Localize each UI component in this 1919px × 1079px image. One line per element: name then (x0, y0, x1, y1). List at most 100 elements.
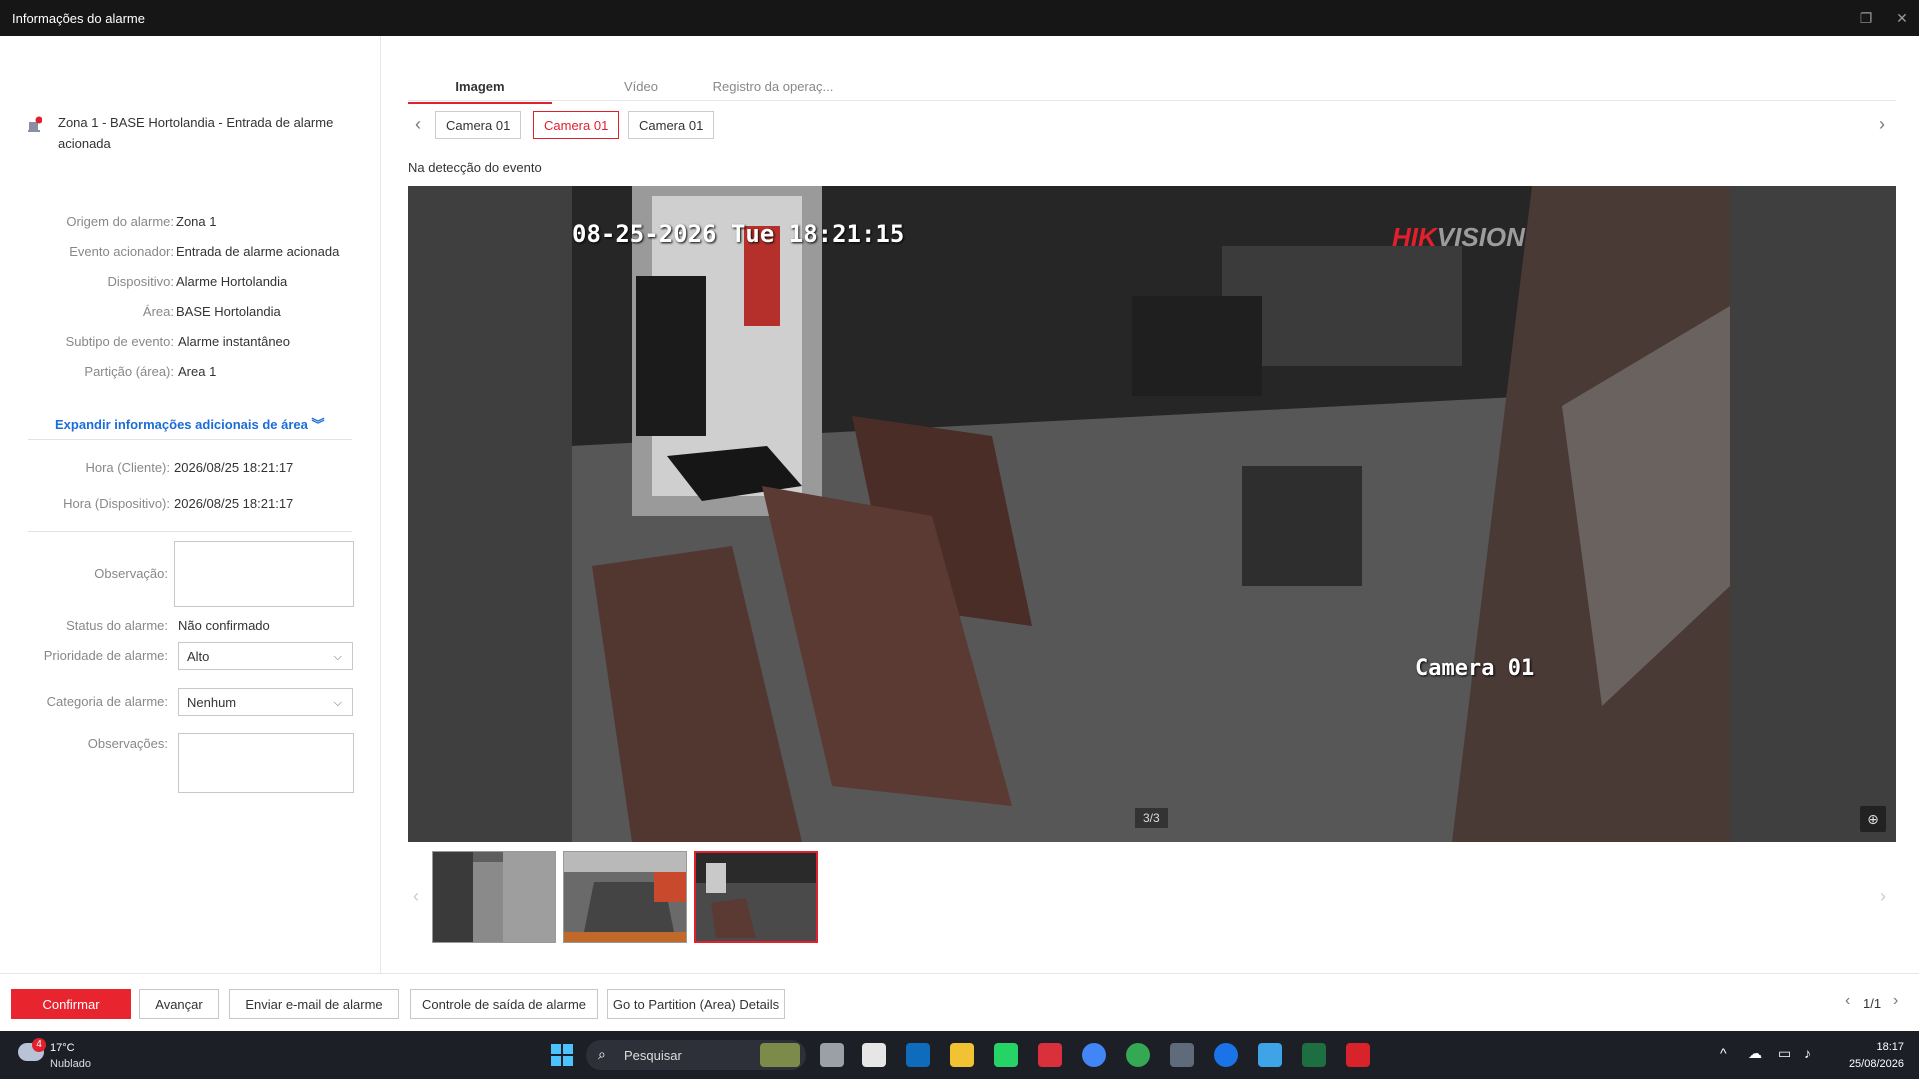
advance-button[interactable]: Avançar (139, 989, 219, 1019)
chevron-up-icon[interactable]: ^ (1720, 1045, 1727, 1061)
categoria-label: Categoria de alarme: (46, 694, 168, 709)
detail-value: Entrada de alarme acionada (176, 244, 340, 259)
chevron-right-icon[interactable]: › (1893, 992, 1898, 1010)
task-view-icon[interactable] (820, 1043, 844, 1067)
detail-row: Evento acionador: Entrada de alarme acio… (0, 242, 380, 262)
image-viewer[interactable]: 08-25-2026 Tue 18:21:15 HIKVISION Camera… (408, 186, 1896, 842)
send-email-button[interactable]: Enviar e-mail de alarme (229, 989, 399, 1019)
search-icon: ⌕ (598, 1046, 606, 1062)
chevron-left-icon[interactable]: ‹ (1845, 992, 1850, 1010)
expand-area-info-link[interactable]: Expandir informações adicionais de área … (55, 414, 325, 433)
detail-row: Origem do alarme: Zona 1 (0, 212, 380, 232)
weather-condition: Nublado (50, 1058, 91, 1070)
divider (28, 531, 352, 532)
detail-value: Alarme instantâneo (178, 334, 291, 349)
title-bar: Informações do alarme ❐ ✕ (0, 0, 1919, 36)
outlook-icon[interactable] (906, 1043, 930, 1067)
time-row: Hora (Cliente): 2026/08/25 18:21:17 (0, 458, 380, 478)
close-icon[interactable]: ✕ (1892, 8, 1912, 28)
zone-title: Zona 1 - BASE Hortolandia - Entrada de a… (58, 115, 334, 151)
chevron-right-icon[interactable]: › (1880, 886, 1886, 907)
observacao-label: Observação: (94, 566, 168, 581)
thumbnail[interactable] (563, 851, 687, 943)
detail-row: Subtipo de evento: Alarme instantâneo (0, 332, 380, 352)
zoom-icon[interactable]: ⊕ (1860, 806, 1886, 832)
detail-value: Area 1 (178, 364, 217, 379)
camera-chip[interactable]: Camera 01 (435, 111, 522, 139)
hikcentral-icon[interactable] (1038, 1043, 1062, 1067)
camera-chip-selected[interactable]: Camera 01 (533, 111, 620, 139)
detail-value: Zona 1 (176, 214, 217, 229)
tab-registro[interactable]: Registro da operaç... (693, 72, 853, 102)
time-row: Hora (Dispositivo): 2026/08/25 18:21:17 (0, 494, 380, 514)
excel-icon[interactable] (1302, 1043, 1326, 1067)
settings-app-icon[interactable] (1214, 1043, 1238, 1067)
divider (28, 439, 352, 440)
alarm-output-control-button[interactable]: Controle de saída de alarme (410, 989, 598, 1019)
chevron-left-icon[interactable]: ‹ (413, 886, 419, 907)
clock-date[interactable]: 25/08/2026 (1836, 1058, 1904, 1070)
file-explorer-icon[interactable] (950, 1043, 974, 1067)
camera-chip[interactable]: Camera 01 (628, 111, 715, 139)
scene-illustration (572, 186, 1730, 842)
weather-temperature: 17°C (50, 1042, 75, 1054)
thumbnail-3-image (696, 853, 816, 941)
calculator-icon[interactable] (1170, 1043, 1194, 1067)
acrobat-icon[interactable] (1346, 1043, 1370, 1067)
image-counter: 3/3 (1135, 808, 1168, 828)
status-row: Status do alarme: Não confirmado (0, 616, 380, 636)
media-panel: Imagem Vídeo Registro da operaç... ‹ Cam… (381, 36, 1919, 973)
snipping-tool-icon[interactable] (862, 1043, 886, 1067)
prioridade-value: Alto (187, 649, 210, 664)
osd-camera-name: Camera 01 (1415, 656, 1535, 681)
detail-label: Área: (142, 304, 174, 319)
detail-label: Origem do alarme: (66, 214, 174, 229)
taskbar-search[interactable]: ⌕ Pesquisar (586, 1040, 806, 1070)
osd-timestamp: 08-25-2026 Tue 18:21:15 (572, 220, 905, 248)
detail-label: Evento acionador: (69, 244, 174, 259)
windows-start-icon[interactable] (550, 1043, 574, 1067)
restore-icon[interactable]: ❐ (1856, 8, 1876, 28)
detail-row: Partição (área): Area 1 (0, 362, 380, 382)
whatsapp-icon[interactable] (994, 1043, 1018, 1067)
detail-label: Dispositivo: (107, 274, 174, 289)
chevron-double-down-icon: ︾ (311, 417, 325, 432)
notepad-icon[interactable] (1258, 1043, 1282, 1067)
alarm-siren-icon (28, 116, 42, 132)
partition-details-button[interactable]: Go to Partition (Area) Details (607, 989, 785, 1019)
prioridade-select[interactable]: Alto ⌵ (178, 642, 353, 670)
chevron-right-icon[interactable]: › (1879, 114, 1885, 135)
onedrive-icon[interactable]: ☁ (1748, 1045, 1762, 1062)
chevron-left-icon[interactable]: ‹ (415, 114, 421, 135)
categoria-select[interactable]: Nenhum ⌵ (178, 688, 353, 716)
tab-video[interactable]: Vídeo (591, 72, 691, 102)
chrome-icon[interactable] (1082, 1043, 1106, 1067)
volume-icon[interactable]: ♪ (1804, 1045, 1811, 1061)
confirm-button[interactable]: Confirmar (11, 989, 131, 1019)
chevron-down-icon: ⌵ (333, 651, 342, 663)
thumbnail-selected[interactable] (694, 851, 818, 943)
action-bar: Confirmar Avançar Enviar e-mail de alarm… (0, 973, 1919, 1032)
clock-time[interactable]: 18:17 (1868, 1041, 1904, 1053)
chrome-profile-icon[interactable] (1126, 1043, 1150, 1067)
chevron-down-icon: ⌵ (333, 697, 342, 709)
expand-label: Expandir informações adicionais de área (55, 417, 308, 432)
time-label: Hora (Dispositivo): (63, 496, 170, 511)
time-value: 2026/08/25 18:21:17 (174, 460, 294, 475)
search-placeholder: Pesquisar (624, 1048, 682, 1063)
detail-row: Dispositivo: Alarme Hortolandia (0, 272, 380, 292)
observacoes-textarea[interactable] (178, 733, 354, 793)
tab-divider (408, 100, 1896, 101)
thumbnail[interactable] (432, 851, 556, 943)
categoria-value: Nenhum (187, 695, 237, 710)
status-label: Status do alarme: (66, 618, 168, 633)
time-value: 2026/08/25 18:21:17 (174, 496, 294, 511)
detail-label: Subtipo de evento: (65, 334, 174, 349)
taskbar: 4 17°C Nublado ⌕ Pesquisar ^ ☁ ▭ ♪ 18:17… (0, 1031, 1919, 1079)
thumbnail-1-image (433, 852, 555, 942)
detail-label: Partição (área): (84, 364, 174, 379)
observacao-textarea[interactable] (174, 541, 354, 607)
network-icon[interactable]: ▭ (1778, 1045, 1791, 1062)
detail-row: Área: BASE Hortolandia (0, 302, 380, 322)
search-highlight-icon (760, 1043, 800, 1067)
